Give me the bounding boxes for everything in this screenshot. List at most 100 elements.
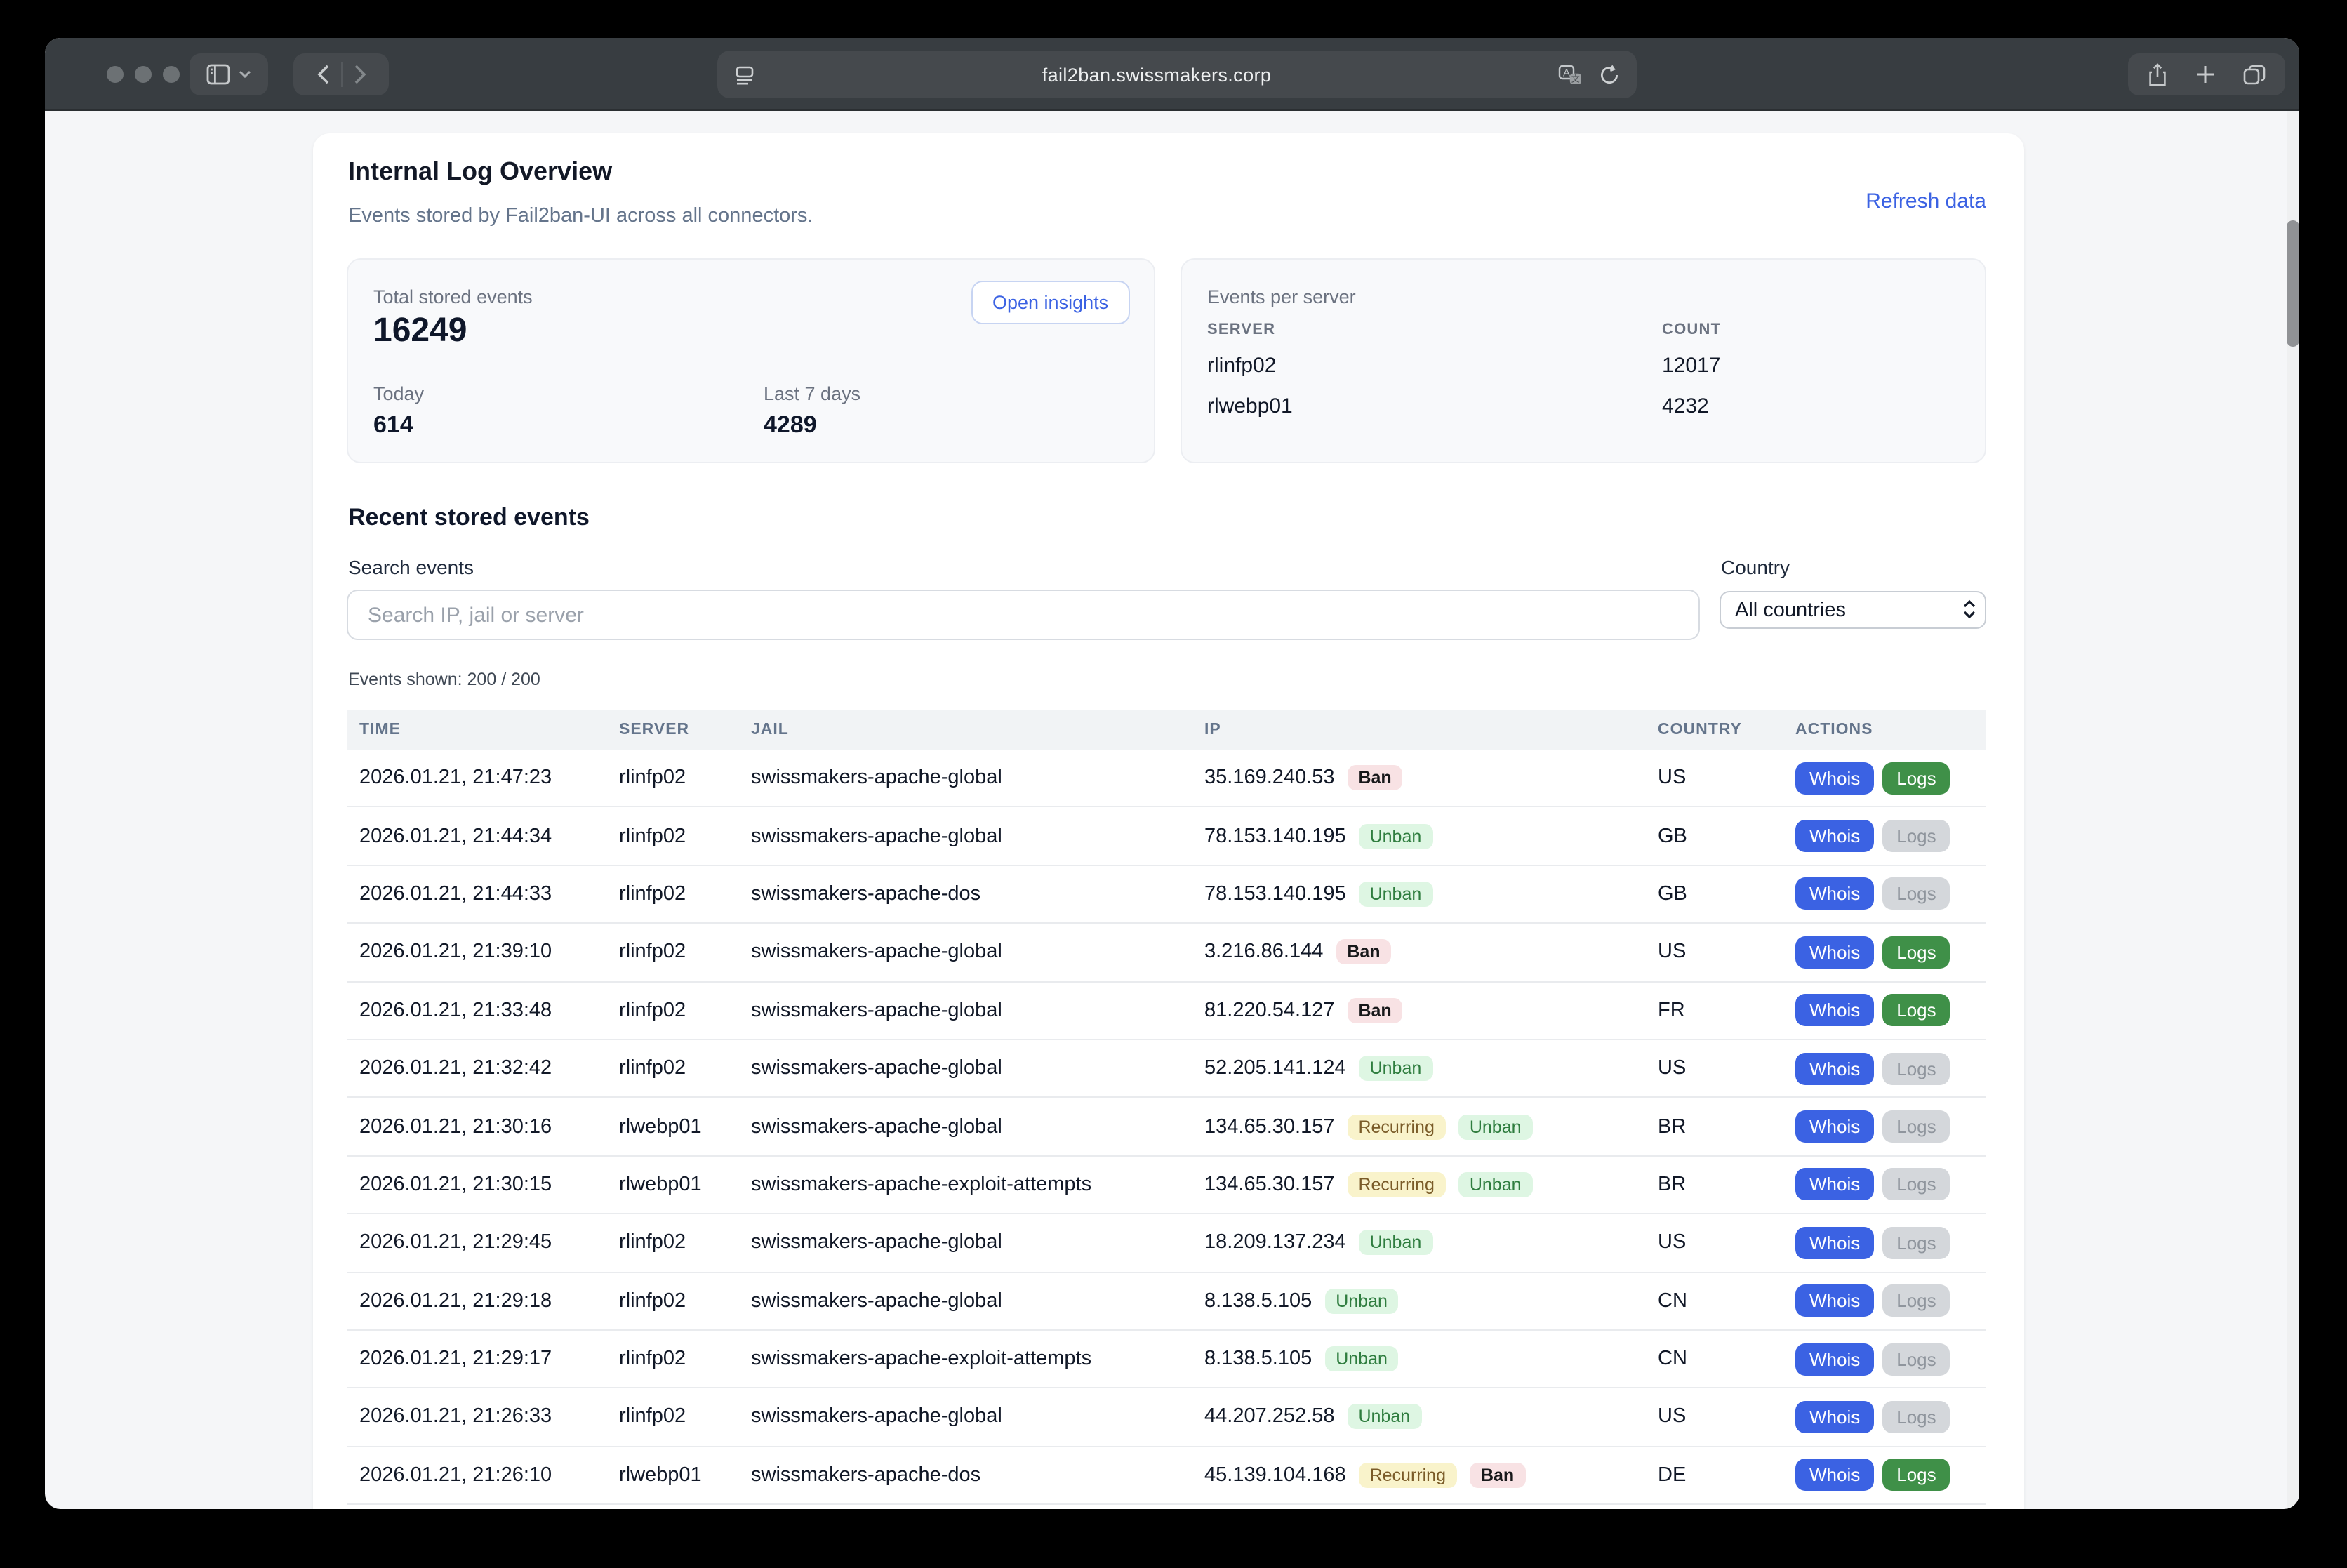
whois-button[interactable]: Whois: [1795, 1110, 1874, 1143]
unban-badge: Unban: [1359, 882, 1433, 907]
events-table: TIME SERVER JAIL IP COUNTRY ACTIONS 2026…: [347, 710, 1986, 1505]
whois-button[interactable]: Whois: [1795, 995, 1874, 1027]
open-insights-button[interactable]: Open insights: [971, 281, 1129, 324]
table-row: 2026.01.21, 21:32:42rlinfp02swissmakers-…: [347, 1040, 1986, 1098]
event-ip-cell: 35.169.240.53Ban: [1204, 765, 1658, 790]
whois-button[interactable]: Whois: [1795, 1459, 1874, 1491]
logs-button[interactable]: Logs: [1882, 995, 1950, 1027]
recurring-badge: Recurring: [1347, 1114, 1445, 1139]
logs-button[interactable]: Logs: [1882, 1459, 1950, 1491]
page-subtitle: Events stored by Fail2ban-UI across all …: [348, 205, 813, 227]
event-time: 2026.01.21, 21:44:33: [359, 883, 619, 905]
recurring-badge: Recurring: [1359, 1463, 1457, 1488]
event-jail: swissmakers-apache-dos: [751, 1464, 1204, 1487]
logs-button[interactable]: Logs: [1882, 936, 1950, 969]
whois-button[interactable]: Whois: [1795, 1343, 1874, 1375]
whois-button[interactable]: Whois: [1795, 1052, 1874, 1084]
events-per-server-title: Events per server: [1207, 286, 1356, 307]
forward-button[interactable]: [353, 65, 366, 84]
ban-badge: Ban: [1336, 940, 1391, 965]
recent-events-heading: Recent stored events: [348, 504, 590, 532]
whois-button[interactable]: Whois: [1795, 878, 1874, 910]
event-server: rlinfp02: [619, 999, 751, 1022]
server-name: rlinfp02: [1207, 354, 1276, 378]
translate-icon[interactable]: A 文: [1558, 64, 1582, 85]
event-jail: swissmakers-apache-global: [751, 941, 1204, 964]
event-ip-cell: 78.153.140.195 Unban: [1204, 882, 1658, 907]
close-window-button[interactable]: [107, 66, 124, 83]
event-ip: 18.209.137.234: [1204, 1232, 1346, 1254]
whois-button[interactable]: Whois: [1795, 762, 1874, 794]
last7days-value: 4289: [764, 411, 817, 439]
reload-icon[interactable]: [1599, 64, 1620, 85]
search-input[interactable]: [347, 590, 1700, 640]
page-title: Internal Log Overview: [348, 157, 612, 187]
whois-button[interactable]: Whois: [1795, 1401, 1874, 1433]
url-text[interactable]: fail2ban.swissmakers.corp: [755, 64, 1558, 85]
share-icon[interactable]: [2148, 62, 2167, 86]
table-row: 2026.01.21, 21:26:10rlwebp01swissmakers-…: [347, 1447, 1986, 1505]
count-column-header: COUNT: [1662, 321, 1721, 338]
server-count: 12017: [1662, 354, 1720, 378]
total-events-panel: Total stored events 16249 Open insights …: [347, 258, 1155, 463]
unban-badge: Unban: [1347, 1404, 1421, 1430]
server-column-header: SERVER: [1207, 321, 1275, 338]
event-jail: swissmakers-apache-global: [751, 825, 1204, 847]
event-ip-cell: 45.139.104.168RecurringBan: [1204, 1463, 1658, 1488]
logs-button[interactable]: Logs: [1882, 1169, 1950, 1201]
country-select[interactable]: All countries: [1720, 591, 1986, 629]
logs-button[interactable]: Logs: [1882, 1227, 1950, 1259]
recurring-badge: Recurring: [1347, 1172, 1445, 1197]
new-tab-icon[interactable]: [2195, 65, 2215, 84]
table-row: 2026.01.21, 21:33:48rlinfp02swissmakers-…: [347, 982, 1986, 1040]
scrollbar-thumb[interactable]: [2287, 220, 2299, 347]
event-actions: WhoisLogs: [1795, 820, 1999, 852]
ban-badge: Ban: [1470, 1463, 1525, 1488]
sidebar-toggle-button[interactable]: [190, 53, 268, 95]
today-value: 614: [373, 411, 413, 439]
event-actions: WhoisLogs: [1795, 1459, 1999, 1491]
whois-button[interactable]: Whois: [1795, 1284, 1874, 1317]
whois-button[interactable]: Whois: [1795, 1169, 1874, 1201]
event-ip-cell: 78.153.140.195Unban: [1204, 823, 1658, 849]
event-country: US: [1658, 941, 1795, 964]
back-button[interactable]: [317, 65, 329, 84]
logs-button[interactable]: Logs: [1882, 820, 1950, 852]
logs-button[interactable]: Logs: [1882, 1284, 1950, 1317]
whois-button[interactable]: Whois: [1795, 936, 1874, 969]
event-ip: 3.216.86.144: [1204, 941, 1323, 964]
total-events-label: Total stored events: [373, 286, 533, 307]
event-ip: 78.153.140.195: [1204, 883, 1346, 905]
event-actions: WhoisLogs: [1795, 1343, 1999, 1375]
col-time: TIME: [359, 722, 619, 738]
logs-button[interactable]: Logs: [1882, 878, 1950, 910]
logs-button[interactable]: Logs: [1882, 1343, 1950, 1375]
events-per-server-panel: Events per server SERVER COUNT rlinfp02 …: [1181, 258, 1986, 463]
event-country: CN: [1658, 1348, 1795, 1370]
event-ip: 52.205.141.124: [1204, 1057, 1346, 1079]
event-country: GB: [1658, 883, 1795, 905]
event-server: rlinfp02: [619, 825, 751, 847]
address-bar[interactable]: fail2ban.swissmakers.corp A 文: [717, 51, 1637, 98]
screen: fail2ban.swissmakers.corp A 文: [0, 0, 2347, 1568]
svg-text:A: A: [1563, 66, 1570, 78]
logs-button[interactable]: Logs: [1882, 762, 1950, 794]
last7days-label: Last 7 days: [764, 383, 860, 404]
ban-badge: Ban: [1347, 765, 1402, 790]
zoom-window-button[interactable]: [163, 66, 180, 83]
whois-button[interactable]: Whois: [1795, 1227, 1874, 1259]
event-actions: WhoisLogs: [1795, 936, 1999, 969]
logs-button[interactable]: Logs: [1882, 1401, 1950, 1433]
whois-button[interactable]: Whois: [1795, 820, 1874, 852]
event-country: GB: [1658, 825, 1795, 847]
refresh-data-link[interactable]: Refresh data: [1866, 190, 1986, 213]
event-jail: swissmakers-apache-global: [751, 1115, 1204, 1138]
tab-overview-icon[interactable]: [2243, 64, 2266, 85]
event-time: 2026.01.21, 21:30:15: [359, 1174, 619, 1196]
minimize-window-button[interactable]: [135, 66, 152, 83]
event-country: FR: [1658, 999, 1795, 1022]
reader-mode-icon[interactable]: [734, 64, 755, 85]
logs-button[interactable]: Logs: [1882, 1110, 1950, 1143]
event-actions: WhoisLogs: [1795, 878, 1999, 910]
logs-button[interactable]: Logs: [1882, 1052, 1950, 1084]
